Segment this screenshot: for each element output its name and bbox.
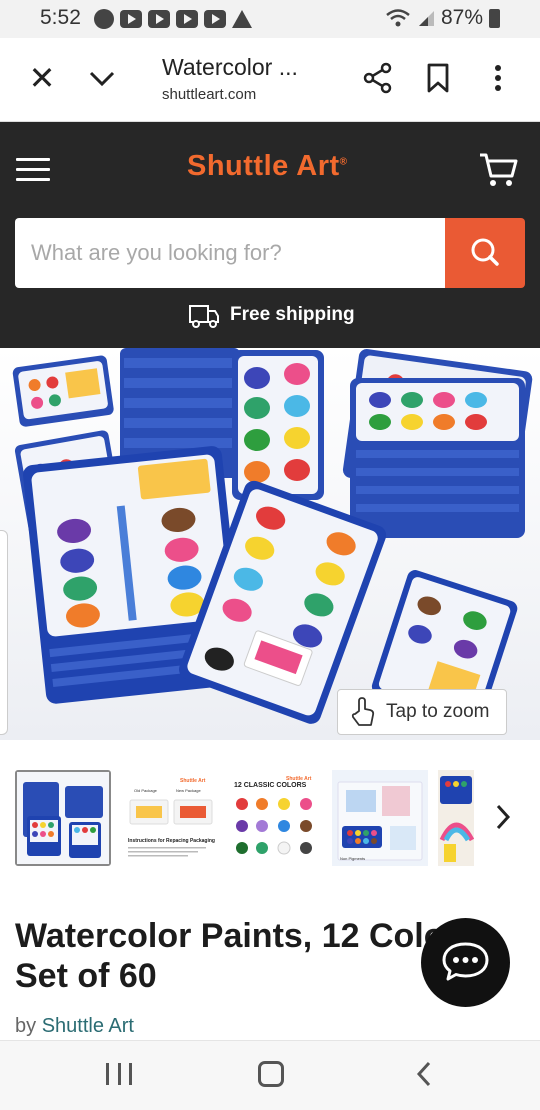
share-icon[interactable]	[362, 62, 394, 94]
thumbnail-1[interactable]	[15, 770, 111, 866]
product-byline: by Shuttle Art	[15, 1015, 134, 1038]
byline-prefix: by	[15, 1015, 37, 1037]
back-icon[interactable]	[412, 1059, 436, 1089]
menu-icon[interactable]	[16, 158, 50, 182]
thumb4-caption: Non Pigments	[340, 856, 366, 861]
warning-icon	[232, 10, 252, 28]
truck-icon	[189, 305, 219, 328]
more-vert-icon[interactable]	[484, 62, 512, 94]
battery-icon	[489, 8, 500, 28]
page-title[interactable]: Watercolor ...	[162, 54, 298, 81]
status-right: 87%	[385, 6, 500, 30]
thumb2-text-lines	[128, 847, 206, 857]
wifi-icon	[386, 9, 410, 27]
status-time: 5:52	[40, 6, 81, 29]
system-nav-bar	[0, 1040, 540, 1110]
thumb2-old: Old Package	[134, 788, 157, 793]
brand-link[interactable]: Shuttle Art	[42, 1015, 134, 1037]
tap-to-zoom-button[interactable]: Tap to zoom	[337, 689, 507, 735]
youtube-icon	[120, 10, 142, 28]
browser-toolbar: ✕ Watercolor ... shuttleart.com	[0, 38, 540, 122]
recents-icon[interactable]	[106, 1063, 132, 1087]
search-button[interactable]	[445, 218, 525, 288]
battery-percent: 87%	[440, 6, 483, 29]
youtube-icon	[148, 10, 170, 28]
thumb2-caption: Instructions for Repacing Packaging	[128, 838, 215, 844]
search-bar	[15, 218, 525, 288]
chevron-right-icon[interactable]	[490, 800, 516, 834]
bookmark-icon[interactable]	[424, 62, 452, 94]
search-icon	[471, 238, 499, 266]
shipping-label: Free shipping	[230, 304, 355, 325]
youtube-icon	[204, 10, 226, 28]
notification-icons	[94, 9, 252, 29]
youtube-icon	[176, 10, 198, 28]
thumb4-photo	[332, 770, 428, 866]
zoom-label: Tap to zoom	[386, 701, 490, 722]
thumb2-new: New Package	[176, 788, 201, 793]
thumb5-photo	[438, 770, 474, 866]
watercolor-sets-photo	[0, 348, 540, 740]
side-drawer-handle[interactable]	[0, 530, 8, 735]
chat-icon	[442, 942, 489, 981]
site-logo[interactable]: Shuttle Art®	[187, 150, 348, 183]
thumb2-brand: Shuttle Art	[180, 778, 206, 784]
status-bar: 5:52 87%	[0, 0, 540, 38]
chat-button[interactable]	[421, 918, 510, 1007]
thumbnail-3[interactable]: 12 CLASSIC COLORS Shuttle Art	[228, 770, 324, 866]
search-input[interactable]	[15, 218, 445, 288]
product-main-image[interactable]	[0, 348, 540, 740]
thumb-photo	[17, 772, 109, 864]
close-icon[interactable]: ✕	[28, 62, 56, 94]
thumbnail-4[interactable]: Non Pigments	[332, 770, 428, 866]
thumbnail-5[interactable]	[438, 770, 474, 866]
thumbnail-strip: Shuttle Art Old Package New Package Inst…	[0, 766, 540, 870]
signal-icon	[418, 11, 434, 26]
cart-icon[interactable]	[478, 150, 518, 190]
chevron-down-icon[interactable]	[86, 62, 118, 94]
thumb2-packages	[129, 799, 213, 825]
thumb3-title: 12 CLASSIC COLORS	[234, 782, 307, 789]
home-icon[interactable]	[258, 1061, 284, 1087]
tag-icon	[94, 9, 114, 29]
free-shipping-banner: Free shipping	[188, 302, 355, 328]
page-domain[interactable]: shuttleart.com	[162, 86, 256, 103]
thumbnail-2[interactable]: Shuttle Art Old Package New Package Inst…	[124, 770, 220, 866]
tap-icon	[351, 697, 375, 726]
thumb3-swatches	[236, 798, 312, 855]
thumb3-brand: Shuttle Art	[286, 776, 312, 782]
